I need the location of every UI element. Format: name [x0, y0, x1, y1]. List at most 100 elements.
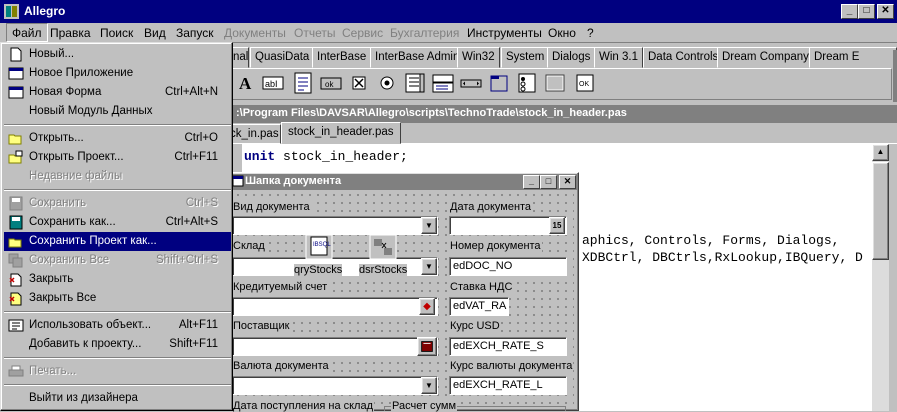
- menu-edit[interactable]: Правка: [50, 26, 91, 40]
- menu-run[interactable]: Запуск: [176, 26, 214, 40]
- maximize-button[interactable]: □: [858, 4, 875, 19]
- label-doc-date: Дата документа: [449, 201, 533, 213]
- palette-tab[interactable]: Dream E: [809, 47, 897, 68]
- menu-item-recent-files[interactable]: Недавние файлы: [4, 167, 231, 186]
- palette-tab[interactable]: Win32: [457, 47, 500, 68]
- menu-separator: [4, 189, 231, 191]
- menu-window[interactable]: Окно: [548, 26, 576, 40]
- form-minimize-button[interactable]: _: [523, 175, 540, 189]
- label-doc-type: Вид документа: [232, 201, 311, 213]
- menu-item-save[interactable]: Сохранить Ctrl+S: [4, 194, 231, 213]
- doc-type-combo[interactable]: [232, 216, 438, 235]
- save-as-icon: [9, 215, 23, 230]
- palette-tab[interactable]: nal: [232, 47, 249, 68]
- label-a-icon[interactable]: A: [236, 72, 258, 94]
- minimize-button[interactable]: _: [841, 4, 858, 19]
- menu-accounting[interactable]: Бухгалтерия: [390, 26, 459, 40]
- menu-item-exit-designer[interactable]: Выйти из дизайнера: [4, 389, 231, 408]
- menu-item-close[interactable]: Закрыть: [4, 270, 231, 289]
- menu-search[interactable]: Поиск: [100, 26, 133, 40]
- edit-abl-icon[interactable]: abI: [262, 72, 284, 94]
- menu-item-open-project[interactable]: Открыть Проект... Ctrl+F11: [4, 148, 231, 167]
- menu-view[interactable]: Вид: [144, 26, 166, 40]
- ibsql-query-icon[interactable]: IBSQL: [305, 234, 333, 260]
- open-project-icon: [8, 150, 23, 164]
- close-button[interactable]: ✕: [877, 4, 894, 19]
- menu-help[interactable]: ?: [587, 26, 594, 40]
- menu-documents[interactable]: Документы: [224, 26, 286, 40]
- app-title-bar[interactable]: Allegro _ □ ✕: [0, 0, 897, 23]
- svg-text:OK: OK: [579, 81, 589, 88]
- combobox-icon[interactable]: [432, 72, 454, 94]
- menu-item-save-project-as[interactable]: Сохранить Проект как...: [4, 232, 231, 251]
- button-ok-icon[interactable]: ok: [320, 72, 342, 94]
- radio-icon[interactable]: [376, 72, 398, 94]
- code-line: stock_in_header;: [275, 149, 408, 164]
- actionlist-icon[interactable]: OK: [574, 72, 596, 94]
- menu-item-new-datamodule[interactable]: Новый Модуль Данных: [4, 102, 231, 121]
- palette-tab[interactable]: Dream Company: [717, 47, 814, 68]
- menu-item-add-to-project[interactable]: Добавить к проекту... Shift+F11: [4, 335, 231, 354]
- label-doc-currency-rate: Курс валюты документа: [449, 360, 574, 372]
- menu-tools[interactable]: Инструменты: [467, 26, 542, 40]
- calendar-icon[interactable]: 15: [549, 217, 565, 234]
- palette-tab[interactable]: InterBase: [312, 47, 372, 68]
- menu-item-close-all[interactable]: Закрыть Все: [4, 289, 231, 308]
- menu-item-use-unit[interactable]: Использовать объект... Alt+F11: [4, 316, 231, 335]
- close-all-icon: [9, 292, 22, 306]
- doc-number-field[interactable]: edDOC_NO: [449, 257, 567, 276]
- menu-service[interactable]: Сервис: [342, 26, 383, 40]
- menu-item-new-app[interactable]: Новое Приложение: [4, 64, 231, 83]
- supplier-field[interactable]: [232, 337, 438, 356]
- palette-tab[interactable]: Win 3.1: [594, 47, 643, 68]
- panel-icon[interactable]: [544, 72, 566, 94]
- chevron-down-icon[interactable]: ▼: [421, 258, 437, 275]
- editor-title-bar[interactable]: :\Program Files\DAVSAR\Allegro\scripts\T…: [232, 105, 897, 123]
- datasource-icon[interactable]: [369, 234, 397, 260]
- form-maximize-button[interactable]: □: [540, 175, 557, 189]
- file-menu: Новый... Новое Приложение Новая Форма Ctr…: [0, 42, 233, 411]
- listbox-icon[interactable]: [404, 72, 426, 94]
- label-doc-number: Номер документа: [449, 240, 542, 252]
- scrollbar-icon[interactable]: [460, 72, 482, 94]
- book-icon[interactable]: [417, 337, 437, 356]
- chevron-down-icon[interactable]: ▼: [421, 377, 437, 394]
- palette-tab[interactable]: Dialogs: [547, 47, 596, 68]
- palette-tab[interactable]: System: [501, 47, 550, 68]
- palette-tab[interactable]: QuasiData: [250, 47, 315, 68]
- menu-separator: [4, 311, 231, 313]
- menu-item-new-form[interactable]: Новая Форма Ctrl+Alt+N: [4, 83, 231, 102]
- save-icon: [9, 196, 23, 211]
- radiogroup-icon[interactable]: [516, 72, 538, 94]
- palette-tab[interactable]: InterBase Admin: [370, 47, 465, 68]
- memo-icon[interactable]: [292, 72, 314, 94]
- checkbox-x-icon[interactable]: [348, 72, 370, 94]
- editor-title: :\Program Files\DAVSAR\Allegro\scripts\T…: [236, 107, 627, 119]
- menu-item-print[interactable]: Печать...: [4, 362, 231, 381]
- currency-rate-field[interactable]: edEXCH_RATE_L: [449, 376, 567, 395]
- menu-item-new[interactable]: Новый...: [4, 45, 231, 64]
- use-unit-icon: [8, 319, 24, 332]
- usd-rate-field[interactable]: edEXCH_RATE_S: [449, 337, 567, 356]
- groupbox-icon[interactable]: [488, 72, 510, 94]
- vat-rate-field[interactable]: edVAT_RA: [449, 297, 509, 316]
- open-folder-icon: [8, 134, 22, 145]
- editor-tab-active[interactable]: stock_in_header.pas: [281, 122, 401, 144]
- lookup-diamond-icon[interactable]: ◆: [419, 298, 435, 315]
- menu-file[interactable]: Файл: [6, 23, 48, 42]
- menu-item-save-all[interactable]: Сохранить Все Shift+Ctrl+S: [4, 251, 231, 270]
- app-icon: [4, 4, 19, 19]
- chevron-down-icon[interactable]: ▼: [421, 217, 437, 234]
- editor-tab[interactable]: ck_in.pas: [229, 124, 281, 144]
- menu-item-save-as[interactable]: Сохранить как... Ctrl+Alt+S: [4, 213, 231, 232]
- label-doc-currency: Валюта документа: [232, 360, 330, 372]
- doc-currency-combo[interactable]: [232, 376, 438, 395]
- form-close-button[interactable]: ✕: [559, 175, 576, 189]
- menu-reports[interactable]: Отчеты: [294, 26, 335, 40]
- editor-vscrollbar[interactable]: ▲: [872, 144, 889, 411]
- menu-item-open[interactable]: Открыть... Ctrl+O: [4, 129, 231, 148]
- credit-account-field[interactable]: [232, 297, 438, 316]
- palette-tab[interactable]: Data Controls: [643, 47, 724, 68]
- label-calc-sums: Расчет сумм: [391, 400, 458, 412]
- label-supplier: Поставщик: [232, 320, 291, 332]
